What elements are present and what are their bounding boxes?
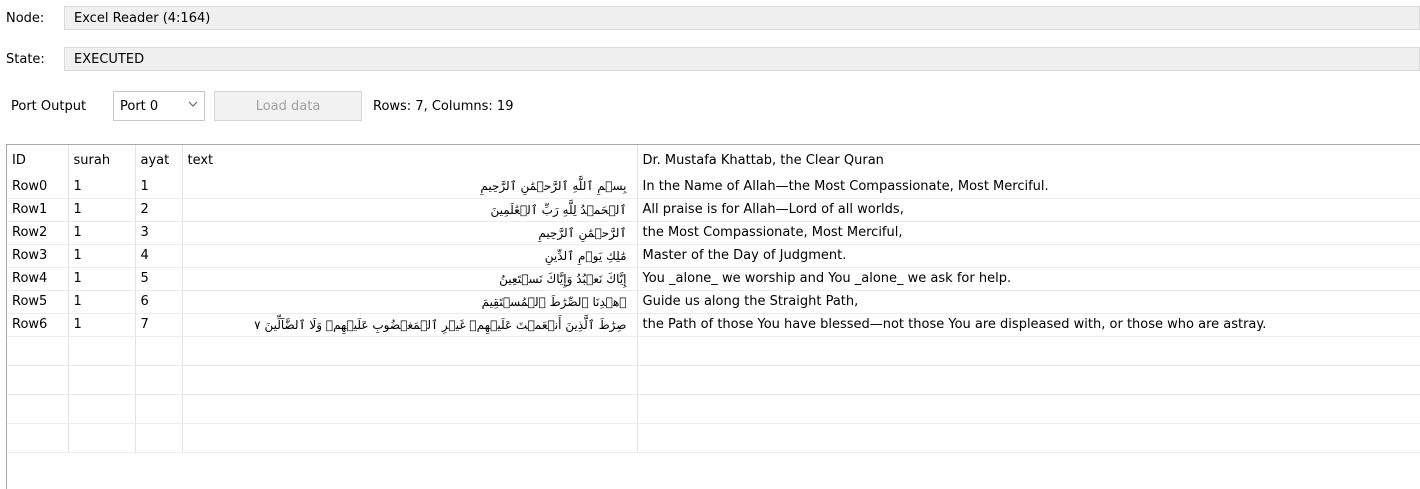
cell-id: Row0 [7, 175, 69, 199]
state-field: EXECUTED [64, 47, 1420, 71]
cell-ayat: 3 [135, 221, 183, 245]
cell-surah: 1 [68, 267, 136, 291]
rows-columns-info: Rows: 7, Columns: 19 [373, 99, 514, 114]
node-row: Node: Excel Reader (4:164) [0, 6, 1420, 30]
node-field: Excel Reader (4:164) [64, 6, 1420, 30]
node-label: Node: [6, 10, 45, 26]
cell-translation: the Path of those You have blessed—not t… [637, 313, 1420, 337]
table-row[interactable]: Row5 1 6 ٱهۡدِنَا ٱلصِّرَٰطَ ٱلۡمُسۡتَقِ… [7, 290, 1420, 314]
cell-ayat: 7 [135, 313, 183, 337]
cell-surah: 1 [68, 198, 136, 222]
cell-ayat: 6 [135, 290, 183, 314]
column-header-text[interactable]: text [182, 145, 638, 175]
cell-translation: the Most Compassionate, Most Merciful, [637, 221, 1420, 245]
cell-id: Row1 [7, 198, 69, 222]
cell-id: Row5 [7, 290, 69, 314]
cell-translation: All praise is for Allah—Lord of all worl… [637, 198, 1420, 222]
port-select[interactable]: Port 0 [113, 91, 205, 121]
table-row[interactable]: Row4 1 5 إِيَّاكَ نَعۡبُدُ وَإِيَّاكَ نَ… [7, 267, 1420, 291]
port-select-value: Port 0 [120, 98, 159, 114]
cell-surah: 1 [68, 313, 136, 337]
column-header-translation[interactable]: Dr. Mustafa Khattab, the Clear Quran [637, 145, 1420, 175]
column-header-ayat[interactable]: ayat [135, 145, 183, 175]
table-header-row: ID surah ayat text Dr. Mustafa Khattab, … [7, 145, 1420, 175]
table-row[interactable]: Row0 1 1 بِسۡمِ ٱللَّهِ ٱلرَّحۡمَٰنِ ٱلر… [7, 175, 1420, 199]
cell-surah: 1 [68, 175, 136, 199]
empty-row [7, 365, 1420, 395]
cell-ayat: 2 [135, 198, 183, 222]
cell-id: Row3 [7, 244, 69, 268]
cell-id: Row4 [7, 267, 69, 291]
empty-row [7, 336, 1420, 366]
cell-surah: 1 [68, 244, 136, 268]
empty-row [7, 394, 1420, 424]
cell-surah: 1 [68, 221, 136, 245]
cell-translation: Guide us along the Straight Path, [637, 290, 1420, 314]
table-row[interactable]: Row6 1 7 صِرَٰطَ ٱلَّذِينَ أَنۡعَمۡتَ عَ… [7, 313, 1420, 337]
cell-text: ٱلرَّحۡمَٰنِ ٱلرَّحِيمِ [182, 221, 638, 245]
cell-translation: You _alone_ we worship and You _alone_ w… [637, 267, 1420, 291]
chevron-down-icon [188, 101, 198, 107]
cell-ayat: 4 [135, 244, 183, 268]
cell-translation: Master of the Day of Judgment. [637, 244, 1420, 268]
cell-text: مَٰلِكِ يَوۡمِ ٱلدِّينِ [182, 244, 638, 268]
empty-row [7, 423, 1420, 453]
cell-id: Row6 [7, 313, 69, 337]
table-row[interactable]: Row3 1 4 مَٰلِكِ يَوۡمِ ٱلدِّينِ Master … [7, 244, 1420, 268]
load-data-button[interactable]: Load data [214, 91, 362, 121]
table-row[interactable]: Row2 1 3 ٱلرَّحۡمَٰنِ ٱلرَّحِيمِ the Mos… [7, 221, 1420, 245]
cell-ayat: 1 [135, 175, 183, 199]
data-table: ID surah ayat text Dr. Mustafa Khattab, … [6, 144, 1420, 489]
table-row[interactable]: Row1 1 2 ٱلۡحَمۡدُ لِلَّهِ رَبِّ ٱلۡعَٰل… [7, 198, 1420, 222]
port-output-label: Port Output [11, 99, 87, 114]
cell-text: ٱلۡحَمۡدُ لِلَّهِ رَبِّ ٱلۡعَٰلَمِينَ [182, 198, 638, 222]
cell-text: إِيَّاكَ نَعۡبُدُ وَإِيَّاكَ نَسۡتَعِينُ [182, 267, 638, 291]
cell-ayat: 5 [135, 267, 183, 291]
column-header-id[interactable]: ID [7, 145, 69, 175]
state-row: State: EXECUTED [0, 47, 1420, 71]
cell-translation: In the Name of Allah—the Most Compassion… [637, 175, 1420, 199]
cell-surah: 1 [68, 290, 136, 314]
column-header-surah[interactable]: surah [68, 145, 136, 175]
state-label: State: [6, 51, 45, 67]
cell-id: Row2 [7, 221, 69, 245]
cell-text: بِسۡمِ ٱللَّهِ ٱلرَّحۡمَٰنِ ٱلرَّحِيمِ [182, 175, 638, 199]
cell-text: صِرَٰطَ ٱلَّذِينَ أَنۡعَمۡتَ عَلَيۡهِمۡ … [182, 313, 638, 337]
port-toolbar: Port Output Port 0 Load data Rows: 7, Co… [0, 91, 1420, 123]
cell-text: ٱهۡدِنَا ٱلصِّرَٰطَ ٱلۡمُسۡتَقِيمَ [182, 290, 638, 314]
